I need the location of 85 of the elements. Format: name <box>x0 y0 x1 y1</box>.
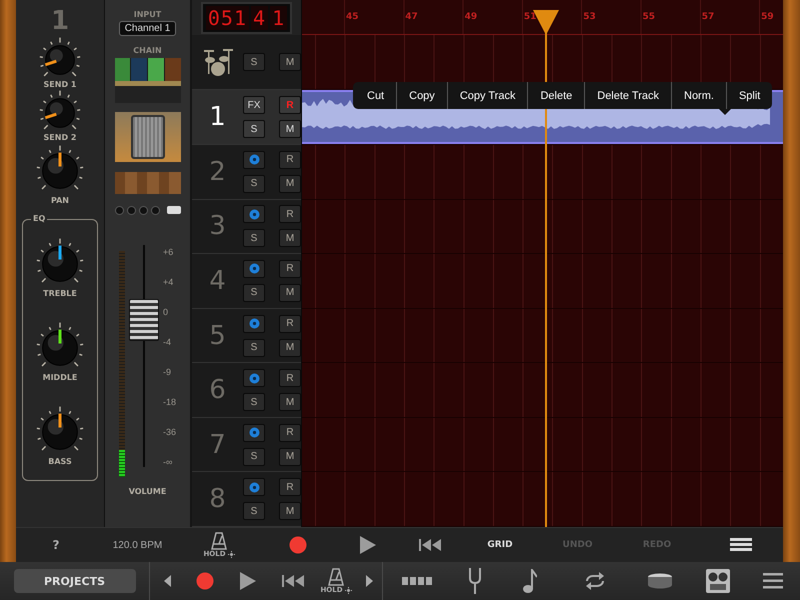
mute-button[interactable]: M <box>279 120 301 138</box>
mute-button[interactable]: M <box>279 448 301 466</box>
track-header[interactable]: 7 R S M <box>192 418 301 472</box>
mute-button[interactable]: M <box>279 174 301 193</box>
bar-counter: 051 4 1 <box>200 2 292 34</box>
fx-button[interactable]: FX <box>243 96 265 114</box>
track-number: 8 <box>208 484 227 514</box>
menu-item[interactable]: Delete <box>527 82 584 109</box>
scale-label: -∞ <box>162 457 174 467</box>
track-header[interactable]: 8 R S M <box>192 472 301 528</box>
timeline-ruler[interactable]: 45 47 49 51 53 55 57 59 <box>302 0 783 35</box>
eq-label: EQ <box>31 214 48 223</box>
solo-button[interactable]: S <box>243 174 265 193</box>
menu-item[interactable]: Cut <box>353 82 396 109</box>
knob-label: PAN <box>50 196 69 205</box>
menu-item[interactable]: Norm. <box>671 82 726 109</box>
solo-button[interactable]: S <box>243 338 265 357</box>
scale-label: -9 <box>162 367 172 377</box>
track-header[interactable]: S M <box>192 35 301 90</box>
record-arm-button[interactable]: R <box>279 150 301 169</box>
scale-label: -18 <box>162 397 176 407</box>
track-number: 1 <box>208 102 227 132</box>
track-header[interactable]: 6 R S M <box>192 363 301 418</box>
bar-number: 49 <box>464 11 478 24</box>
mute-button[interactable]: M <box>279 393 301 412</box>
track-number: 6 <box>208 375 227 406</box>
bar-number: 57 <box>700 11 716 24</box>
scale-label: -4 <box>162 337 172 347</box>
mute-button[interactable]: M <box>279 502 301 520</box>
knob-label: BASS <box>48 456 72 466</box>
volume-label: VOLUME <box>128 487 166 496</box>
help-button[interactable]: ? <box>52 528 60 562</box>
record-arm-button[interactable]: R <box>279 424 301 442</box>
knob-label: TREBLE <box>43 288 77 298</box>
record-arm-button[interactable]: R <box>279 205 301 224</box>
tempo-button[interactable]: 120.0 BPM <box>112 528 162 562</box>
knob-label: SEND 1 <box>44 80 76 89</box>
toolbar-button[interactable]: GRID <box>487 528 513 562</box>
track-number: 4 <box>208 266 227 296</box>
menu-item[interactable]: Delete Track <box>584 82 671 109</box>
track-number: 1 <box>50 6 70 36</box>
solo-button[interactable]: S <box>243 120 265 138</box>
track-number: 3 <box>208 211 227 242</box>
solo-button[interactable]: S <box>243 284 265 302</box>
scale-label: +6 <box>162 247 174 257</box>
bar-number: 53 <box>582 11 597 24</box>
menu-item[interactable]: Copy <box>396 82 447 109</box>
solo-button[interactable]: S <box>243 502 265 520</box>
chain-label: CHAIN <box>133 46 162 55</box>
knob-label: MIDDLE <box>42 372 78 382</box>
record-arm-button[interactable]: R <box>279 478 301 496</box>
track-header[interactable]: 5 R S M <box>192 308 301 364</box>
record-arm-button[interactable]: R <box>279 314 301 333</box>
menu-item[interactable]: Split <box>726 82 772 109</box>
scale-label: +4 <box>162 277 174 287</box>
mute-button[interactable]: M <box>279 53 301 71</box>
mute-button[interactable]: M <box>279 229 301 248</box>
solo-button[interactable]: S <box>243 393 265 412</box>
track-number: 7 <box>208 430 227 460</box>
track-header[interactable]: 1 FX R S M <box>192 90 301 145</box>
track-header[interactable]: 4 R S M <box>192 254 301 309</box>
bar-number: 47 <box>404 11 419 24</box>
projects-button[interactable]: PROJECTS <box>14 569 136 593</box>
track-number: 2 <box>208 156 227 187</box>
bar-number: 59 <box>760 11 775 24</box>
mute-button[interactable]: M <box>279 284 301 302</box>
record-arm-button[interactable]: R <box>279 260 301 278</box>
menu-item[interactable]: Copy Track <box>446 82 528 109</box>
solo-button[interactable]: S <box>243 448 265 466</box>
record-arm-button[interactable]: R <box>279 96 301 114</box>
track-header[interactable]: 2 R S M <box>192 145 301 200</box>
input-selector[interactable]: Channel 1 <box>118 21 176 36</box>
bar-number: 55 <box>641 11 656 24</box>
scale-label: 0 <box>162 307 169 317</box>
record-arm-button[interactable]: R <box>279 369 301 388</box>
bar-number: 51 <box>522 11 538 24</box>
input-label: INPUT <box>134 10 162 19</box>
track-header[interactable]: 3 R S M <box>192 200 301 254</box>
knob-label: SEND 2 <box>44 133 76 142</box>
bar-number: 45 <box>345 11 360 24</box>
mute-button[interactable]: M <box>279 338 301 357</box>
solo-button[interactable]: S <box>243 53 265 71</box>
scale-label: -36 <box>162 427 176 437</box>
track-number: 5 <box>208 320 227 351</box>
solo-button[interactable]: S <box>243 229 265 248</box>
